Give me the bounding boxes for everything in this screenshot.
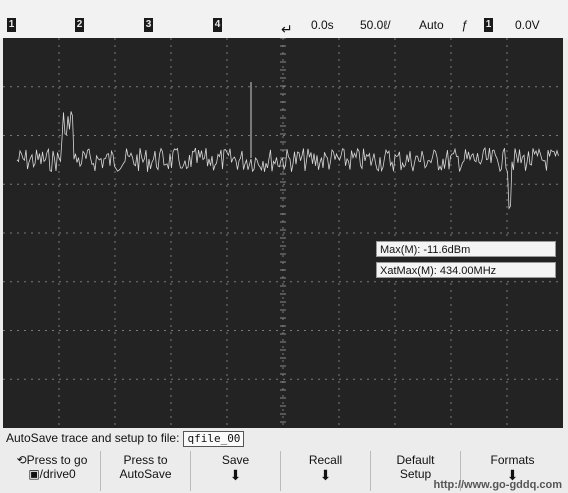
softkey-bar: ⟲Press to go ▣/drive0 Press to AutoSave … <box>0 449 568 493</box>
drive-label: ▣/drive0 <box>28 467 76 481</box>
autosave-button[interactable]: Press to AutoSave <box>100 451 190 491</box>
autosave-message: AutoSave trace and setup to file: <box>6 431 180 445</box>
recall-button[interactable]: Recall ⬇ <box>280 451 370 491</box>
press-to-go-drive-button[interactable]: ⟲Press to go ▣/drive0 <box>4 451 100 491</box>
down-arrow-icon: ⬇ <box>229 467 242 483</box>
down-arrow-icon: ⬇ <box>319 467 332 483</box>
xatmax-measurement: XatMax(M): 434.00MHz <box>376 262 556 278</box>
autosave-line1: Press to <box>123 453 168 467</box>
rising-edge-icon: ƒ <box>461 18 468 32</box>
time-scale: 50.0ℓ/ <box>360 18 391 32</box>
channel-1-indicator[interactable]: 1 <box>7 18 16 32</box>
save-label: Save <box>221 453 250 467</box>
time-reference: 0.0s <box>311 18 334 32</box>
rotate-icon: ⟲ <box>16 453 27 467</box>
channel-2-indicator[interactable]: 2 <box>75 18 84 32</box>
waveform-area: Max(M): -11.6dBm XatMax(M): 434.00MHz <box>3 38 563 428</box>
default-label: Default <box>396 453 435 467</box>
max-measurement: Max(M): -11.6dBm <box>376 241 556 257</box>
watermark-text: http://www.go-gddq.com <box>433 479 562 491</box>
oscilloscope-display: 1 2 3 4 ↵ 0.0s 50.0ℓ/ Auto ƒ 1 0.0V Max(… <box>0 0 568 493</box>
spectrum-trace <box>16 82 559 210</box>
trigger-source-indicator: 1 <box>484 18 493 32</box>
formats-label: Formats <box>490 453 535 467</box>
trigger-mode: Auto <box>419 18 444 32</box>
trace-line <box>16 111 559 210</box>
autosave-status: AutoSave trace and setup to file: qfile_0… <box>6 431 245 447</box>
channel-3-indicator[interactable]: 3 <box>144 18 153 32</box>
trigger-position-marker: ↵ <box>281 21 293 37</box>
trigger-level: 0.0V <box>515 18 540 32</box>
status-bar: 1 2 3 4 ↵ 0.0s 50.0ℓ/ Auto ƒ 1 0.0V <box>0 0 568 38</box>
channel-4-indicator[interactable]: 4 <box>213 18 222 32</box>
save-button[interactable]: Save ⬇ <box>190 451 280 491</box>
autosave-line2: AutoSave <box>119 467 172 481</box>
file-name-field[interactable]: qfile_00 <box>183 431 245 447</box>
drive-icon: ▣ <box>28 467 40 481</box>
press-to-go-label: ⟲Press to go <box>16 453 88 467</box>
recall-label: Recall <box>308 453 343 467</box>
